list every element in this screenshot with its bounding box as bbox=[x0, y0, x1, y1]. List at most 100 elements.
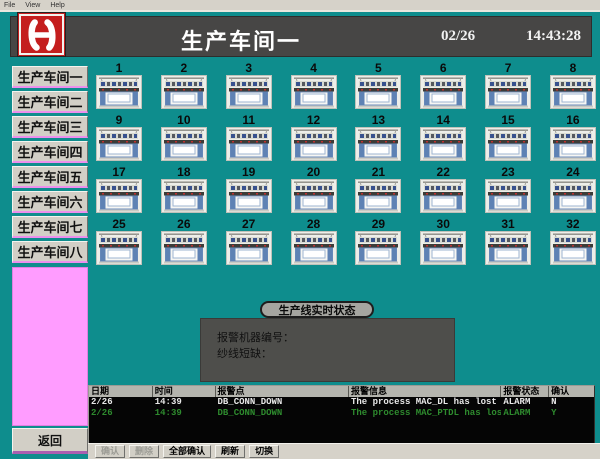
machine-number: 16 bbox=[566, 114, 579, 127]
sidebar-item-workshop-1[interactable]: 生产车间一 bbox=[12, 66, 88, 88]
machine-number: 14 bbox=[437, 114, 450, 127]
machine-item-16[interactable]: 16 bbox=[550, 114, 596, 162]
menu-bar: File View Help bbox=[0, 0, 600, 12]
machine-number: 3 bbox=[245, 62, 252, 75]
menu-item-file[interactable]: File bbox=[4, 2, 15, 9]
alarm-cell: 14:39 bbox=[153, 408, 216, 419]
knitting-machine-icon bbox=[550, 231, 596, 265]
status-panel: 报警机器编号：纱线短缺： bbox=[200, 318, 455, 382]
machine-number: 28 bbox=[307, 218, 320, 231]
machine-item-3[interactable]: 3 bbox=[226, 62, 272, 110]
machine-item-5[interactable]: 5 bbox=[355, 62, 401, 110]
status-line: 报警机器编号： bbox=[217, 330, 454, 346]
scada-window: FileViewHelp 生产车间一 02/26 14:43:28 生产车间一生… bbox=[0, 0, 600, 459]
sidebar-item-workshop-5[interactable]: 生产车间五 bbox=[12, 166, 88, 188]
sidebar-item-workshop-2[interactable]: 生产车间二 bbox=[12, 91, 88, 113]
menu-item-view[interactable]: View bbox=[25, 2, 40, 9]
knitting-machine-icon bbox=[226, 127, 272, 161]
knitting-machine-icon bbox=[96, 127, 142, 161]
machine-item-15[interactable]: 15 bbox=[485, 114, 531, 162]
machine-item-9[interactable]: 9 bbox=[96, 114, 142, 162]
alarm-row[interactable]: 2/2614:39DB_CONN_DOWNThe process MAC_PTD… bbox=[89, 408, 594, 419]
knitting-machine-icon bbox=[550, 179, 596, 213]
toolbar-button-全部确认[interactable]: 全部确认 bbox=[163, 445, 211, 458]
alarm-column-header: 日期 bbox=[89, 386, 153, 397]
machine-item-22[interactable]: 22 bbox=[420, 166, 466, 214]
alarm-row[interactable]: 2/2614:39DB_CONN_DOWNThe process MAC_DL … bbox=[89, 397, 594, 408]
machine-grid: 1 2 bbox=[96, 62, 596, 268]
machine-number: 21 bbox=[372, 166, 385, 179]
machine-item-27[interactable]: 27 bbox=[226, 218, 272, 266]
machine-item-12[interactable]: 12 bbox=[291, 114, 337, 162]
sidebar-item-workshop-8[interactable]: 生产车间八 bbox=[12, 241, 88, 263]
machine-item-26[interactable]: 26 bbox=[161, 218, 207, 266]
machine-item-17[interactable]: 17 bbox=[96, 166, 142, 214]
machine-item-29[interactable]: 29 bbox=[355, 218, 401, 266]
machine-number: 17 bbox=[112, 166, 125, 179]
knitting-machine-icon bbox=[161, 127, 207, 161]
logo-h-icon bbox=[22, 17, 62, 53]
knitting-machine-icon bbox=[485, 231, 531, 265]
menu-item-help[interactable]: Help bbox=[50, 2, 64, 9]
machine-item-10[interactable]: 10 bbox=[161, 114, 207, 162]
machine-item-13[interactable]: 13 bbox=[355, 114, 401, 162]
machine-item-1[interactable]: 1 bbox=[96, 62, 142, 110]
machine-item-24[interactable]: 24 bbox=[550, 166, 596, 214]
knitting-machine-icon bbox=[161, 231, 207, 265]
knitting-machine-icon bbox=[96, 231, 142, 265]
machine-item-32[interactable]: 32 bbox=[550, 218, 596, 266]
machine-item-8[interactable]: 8 bbox=[550, 62, 596, 110]
toolbar-button-切换[interactable]: 切换 bbox=[249, 445, 279, 458]
machine-item-30[interactable]: 30 bbox=[420, 218, 466, 266]
machine-number: 24 bbox=[566, 166, 579, 179]
knitting-machine-icon bbox=[420, 75, 466, 109]
alarm-cell: DB_CONN_DOWN bbox=[216, 397, 349, 408]
alarm-column-header: 报警信息 bbox=[349, 386, 501, 397]
machine-item-20[interactable]: 20 bbox=[291, 166, 337, 214]
machine-number: 29 bbox=[372, 218, 385, 231]
alarm-column-header: 时间 bbox=[153, 386, 216, 397]
sidebar-item-workshop-3[interactable]: 生产车间三 bbox=[12, 116, 88, 138]
machine-number: 20 bbox=[307, 166, 320, 179]
machine-item-23[interactable]: 23 bbox=[485, 166, 531, 214]
knitting-machine-icon bbox=[161, 75, 207, 109]
alarm-table-body: 2/2614:39DB_CONN_DOWNThe process MAC_DL … bbox=[89, 397, 594, 419]
date-display: 02/26 bbox=[441, 28, 475, 45]
sidebar-item-workshop-6[interactable]: 生产车间六 bbox=[12, 191, 88, 213]
machine-item-4[interactable]: 4 bbox=[291, 62, 337, 110]
toolbar-button-刷新[interactable]: 刷新 bbox=[215, 445, 245, 458]
machine-number: 31 bbox=[501, 218, 514, 231]
knitting-machine-icon bbox=[291, 75, 337, 109]
back-button[interactable]: 返回 bbox=[12, 428, 88, 454]
machine-item-21[interactable]: 21 bbox=[355, 166, 401, 214]
sidebar: 生产车间一生产车间二生产车间三生产车间四生产车间五生产车间六生产车间七生产车间八 bbox=[12, 66, 88, 266]
knitting-machine-icon bbox=[485, 127, 531, 161]
machine-number: 19 bbox=[242, 166, 255, 179]
knitting-machine-icon bbox=[355, 127, 401, 161]
machine-item-11[interactable]: 11 bbox=[226, 114, 272, 162]
alarm-cell: 2/26 bbox=[89, 408, 153, 419]
knitting-machine-icon bbox=[550, 127, 596, 161]
machine-item-31[interactable]: 31 bbox=[485, 218, 531, 266]
alarm-cell: The process MAC_PTDL has lost its ... bbox=[349, 408, 501, 419]
machine-number: 9 bbox=[116, 114, 123, 127]
machine-number: 6 bbox=[440, 62, 447, 75]
machine-item-19[interactable]: 19 bbox=[226, 166, 272, 214]
alarm-column-header: 报警点 bbox=[216, 386, 349, 397]
machine-item-18[interactable]: 18 bbox=[161, 166, 207, 214]
sidebar-item-workshop-7[interactable]: 生产车间七 bbox=[12, 216, 88, 238]
alarm-table: 日期时间报警点报警信息报警状态确认 2/2614:39DB_CONN_DOWNT… bbox=[88, 385, 595, 443]
machine-item-2[interactable]: 2 bbox=[161, 62, 207, 110]
machine-item-14[interactable]: 14 bbox=[420, 114, 466, 162]
machine-number: 26 bbox=[177, 218, 190, 231]
alarm-cell: Y bbox=[549, 408, 594, 419]
machine-item-7[interactable]: 7 bbox=[485, 62, 531, 110]
machine-item-28[interactable]: 28 bbox=[291, 218, 337, 266]
knitting-machine-icon bbox=[291, 179, 337, 213]
knitting-machine-icon bbox=[355, 231, 401, 265]
machine-item-25[interactable]: 25 bbox=[96, 218, 142, 266]
machine-item-6[interactable]: 6 bbox=[420, 62, 466, 110]
sidebar-item-workshop-4[interactable]: 生产车间四 bbox=[12, 141, 88, 163]
alarm-cell: DB_CONN_DOWN bbox=[216, 408, 349, 419]
title-bar: 生产车间一 02/26 14:43:28 bbox=[10, 16, 592, 57]
